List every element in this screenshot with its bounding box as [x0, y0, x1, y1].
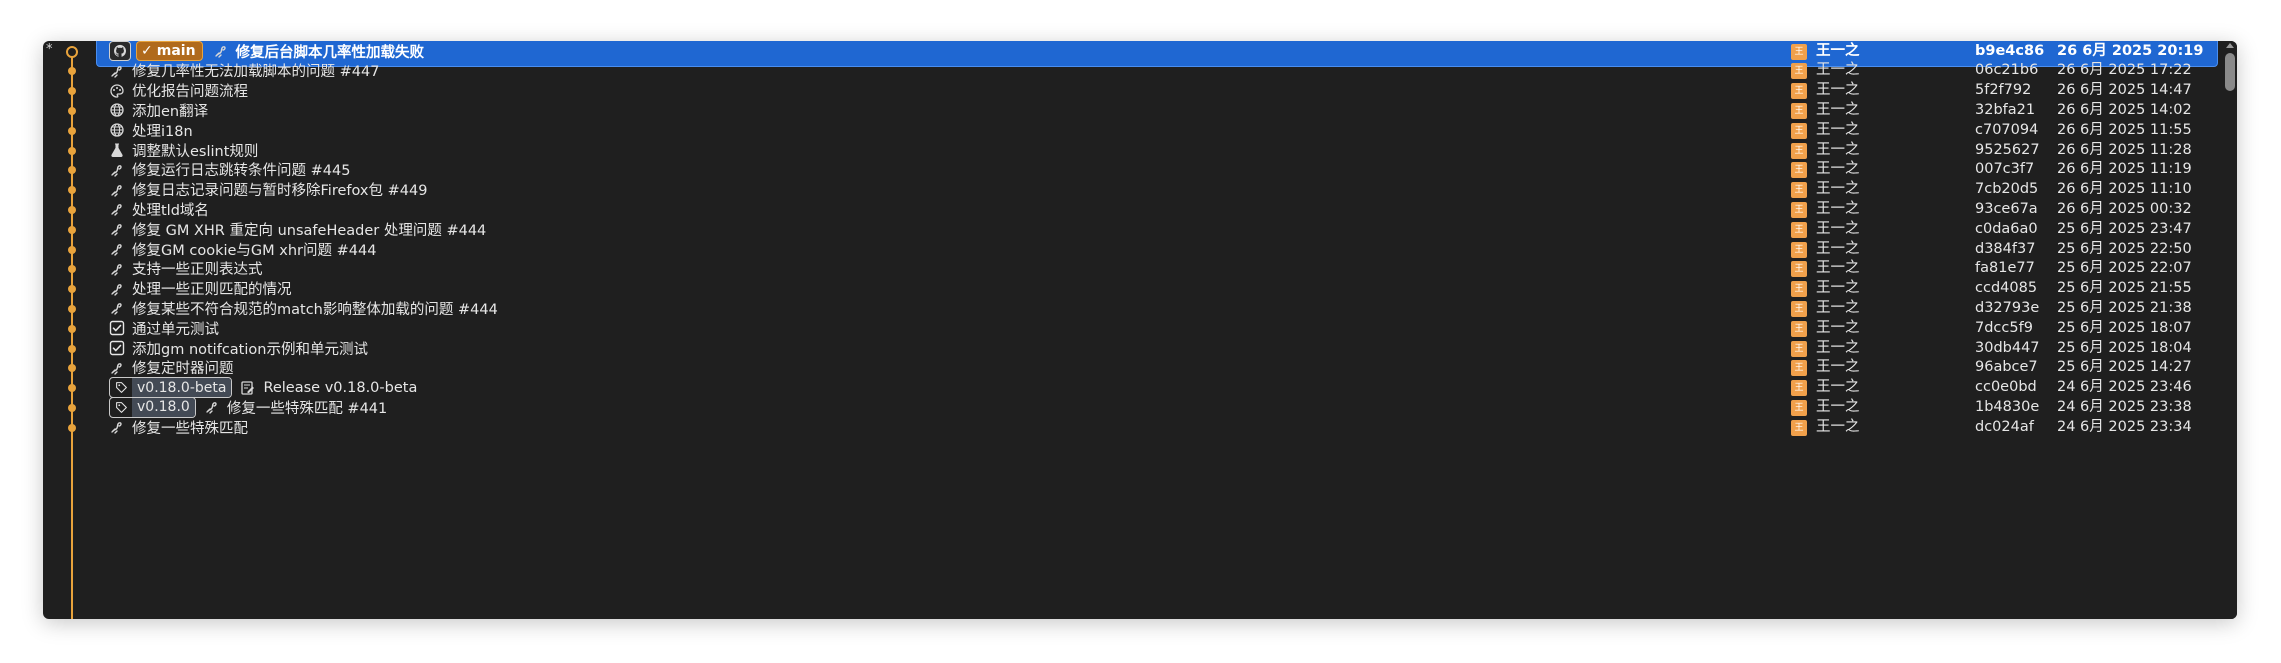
commit-graph-node[interactable]: [68, 126, 76, 135]
commit-graph-node[interactable]: [68, 364, 76, 373]
author-name: 王一之: [1816, 418, 1860, 435]
commit-graph-node[interactable]: [68, 87, 76, 96]
author-avatar: 王: [1791, 419, 1807, 436]
commit-graph-node[interactable]: [68, 186, 76, 195]
bug-icon: [109, 419, 125, 435]
commit-graph-node[interactable]: [68, 285, 76, 294]
commit-message: 修复一些特殊匹配: [132, 420, 248, 437]
commit-row[interactable]: 修复一些特殊匹配 王王一之 dc024af 24 6月 2025 23:34: [43, 413, 2215, 442]
commit-graph-node[interactable]: [68, 265, 76, 274]
commit-graph-node[interactable]: [68, 324, 76, 333]
commit-date: 24 6月 2025 23:34: [2057, 418, 2192, 435]
commit-graph-node[interactable]: [68, 67, 76, 76]
scroll-thumb[interactable]: [2225, 53, 2235, 91]
commit-graph-node[interactable]: [68, 166, 76, 175]
commit-hash: dc024af: [1975, 418, 2034, 435]
commit-graph-node[interactable]: [68, 403, 76, 412]
commit-graph-node[interactable]: [68, 106, 76, 115]
vertical-scrollbar[interactable]: [2223, 41, 2237, 619]
commit-graph-node[interactable]: [68, 423, 76, 432]
commit-graph-node[interactable]: [68, 384, 76, 393]
commit-graph-node[interactable]: [68, 344, 76, 353]
commit-subject: 修复一些特殊匹配: [109, 413, 248, 442]
commit-graph-node[interactable]: [68, 146, 76, 155]
commit-graph-node[interactable]: [68, 205, 76, 214]
commit-graph-node[interactable]: [68, 245, 76, 254]
commit-graph-node[interactable]: [68, 304, 76, 313]
commit-graph-node[interactable]: [68, 225, 76, 234]
scroll-up-arrow-icon[interactable]: [2226, 43, 2234, 48]
git-graph-panel: * ✓ main 修复后台脚本几率性加载失败王王一之 b9e4c86 26 6月 202…: [43, 41, 2237, 619]
